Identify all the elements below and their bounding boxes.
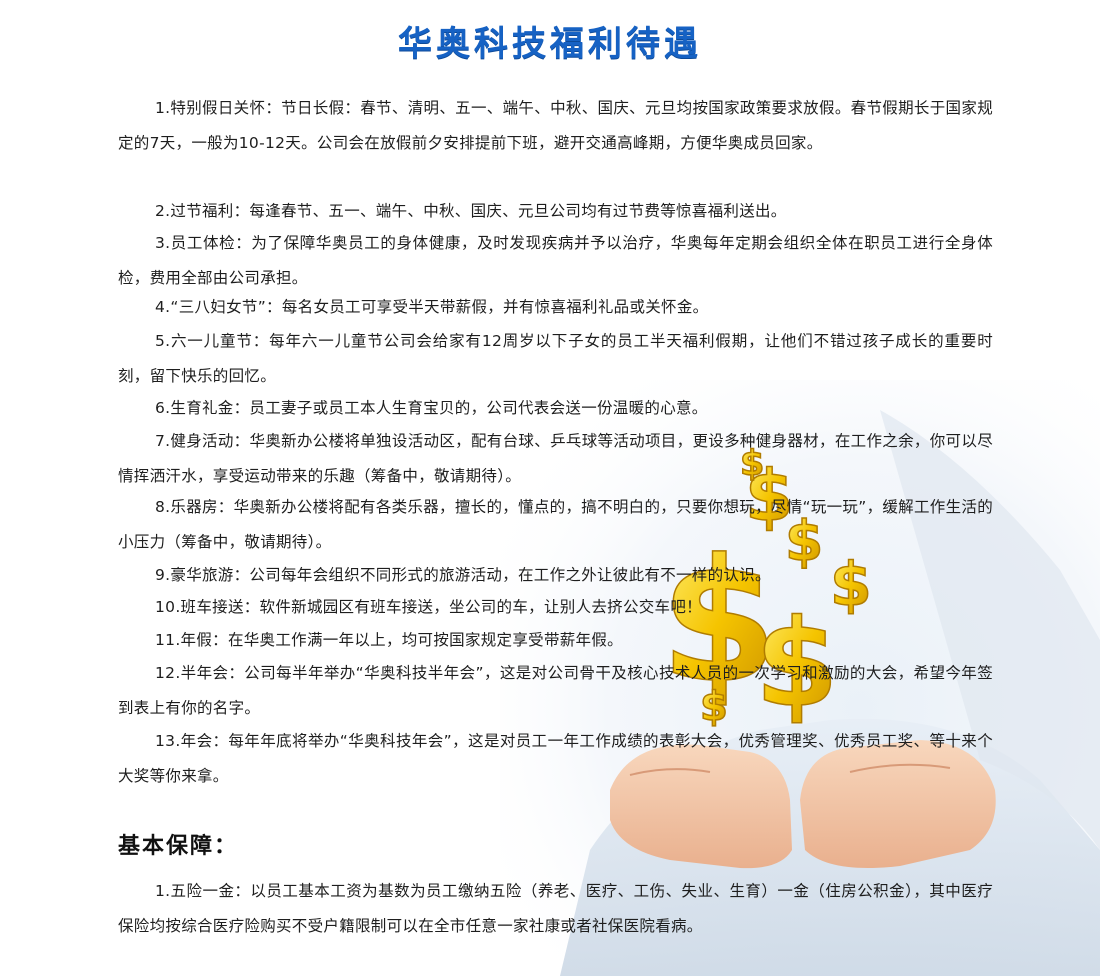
benefit-item-8: 8.乐器房：华奥新办公楼将配有各类乐器，擅长的，懂点的，搞不明白的，只要你想玩，… (118, 498, 993, 551)
page-title: 华奥科技福利待遇 (398, 24, 702, 64)
benefit-item-6: 6.生育礼金：员工妻子或员工本人生育宝贝的，公司代表会送一份温暖的心意。 (155, 399, 708, 417)
basic-item-1: 1.五险一金：以员工基本工资为基数为员工缴纳五险（养老、医疗、工伤、失业、生育）… (118, 882, 993, 935)
basic-section-heading: 基本保障： (118, 834, 239, 859)
benefit-item-10: 10.班车接送：软件新城园区有班车接送，坐公司的车，让别人去挤公交车吧！ (155, 598, 702, 616)
benefit-item-4: 4.“三八妇女节”：每名女员工可享受半天带薪假，并有惊喜福利礼品或关怀金。 (155, 298, 709, 316)
benefit-item-7: 7.健身活动：华奥新办公楼将单独设活动区，配有台球、乒乓球等活动项目，更设多种健… (118, 432, 993, 485)
benefit-item-5: 5.六一儿童节：每年六一儿童节公司会给家有12周岁以下子女的员工半天福利假期，让… (118, 332, 993, 385)
benefit-item-3: 3.员工体检：为了保障华奥员工的身体健康，及时发现疾病并予以治疗，华奥每年定期会… (118, 234, 993, 287)
benefit-item-11: 11.年假：在华奥工作满一年以上，均可按国家规定享受带薪年假。 (155, 631, 623, 649)
benefit-item-13: 13.年会：每年年底将举办“华奥科技年会”，这是对员工一年工作成绩的表彰大会，优… (118, 732, 993, 785)
benefit-item-2: 2.过节福利：每逢春节、五一、端午、中秋、国庆、元旦公司均有过节费等惊喜福利送出… (155, 202, 787, 220)
benefit-item-1: 1.特别假日关怀：节日长假：春节、清明、五一、端午、中秋、国庆、元旦均按国家政策… (118, 99, 993, 152)
benefit-item-9: 9.豪华旅游：公司每年会组织不同形式的旅游活动，在工作之外让彼此有不一样的认识。 (155, 566, 771, 584)
benefit-item-12: 12.半年会：公司每半年举办“华奥科技半年会”，这是对公司骨干及核心技术人员的一… (118, 664, 993, 717)
